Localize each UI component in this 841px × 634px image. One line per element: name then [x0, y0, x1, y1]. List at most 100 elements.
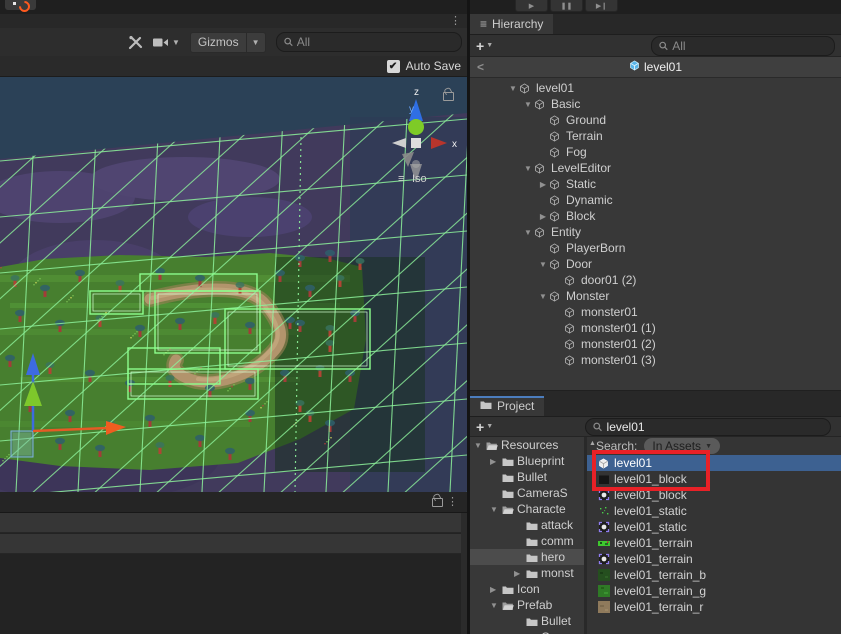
project-result-row[interactable]: level01_terrain_b	[587, 567, 841, 583]
gameobject-label: Static	[562, 177, 596, 191]
hierarchy-row[interactable]: monster01	[470, 304, 841, 320]
hierarchy-row[interactable]: ▼Door	[470, 256, 841, 272]
scroll-up-icon[interactable]: ▲	[589, 440, 596, 447]
foldout-arrow-icon[interactable]: ▼	[490, 505, 498, 514]
camera-dropdown-icon[interactable]: ▼	[172, 38, 180, 47]
foldout-arrow-icon[interactable]: ▼	[490, 601, 498, 610]
scene-lock-icon[interactable]	[443, 92, 454, 101]
foldout-arrow-icon[interactable]: ▼	[522, 164, 534, 173]
project-folder-row[interactable]: ▶monst	[470, 565, 584, 581]
folder-icon	[526, 552, 539, 563]
panel-row[interactable]	[0, 513, 461, 533]
hierarchy-row[interactable]: monster01 (3)	[470, 352, 841, 368]
panel-menu-icon[interactable]: ⋮	[447, 496, 458, 508]
project-result-row[interactable]: level01_block	[587, 471, 841, 487]
hierarchy-row[interactable]: Dynamic	[470, 192, 841, 208]
project-folder-row[interactable]: Comm	[470, 629, 584, 634]
hierarchy-row[interactable]: ▼level01	[470, 80, 841, 96]
scene-menu-icon[interactable]: ⋮	[450, 15, 461, 27]
project-folder-row[interactable]: comm	[470, 533, 584, 549]
project-tab-label: Project	[497, 399, 534, 413]
project-result-row[interactable]: level01	[587, 455, 841, 471]
scene-viewport[interactable]: z y x ≡ Iso	[0, 77, 467, 492]
hierarchy-row[interactable]: ▶ Static	[470, 176, 841, 192]
project-folder-row[interactable]: ▶ Icon	[470, 581, 584, 597]
project-folder-row[interactable]: ▼Prefab	[470, 597, 584, 613]
project-result-row[interactable]: level01_terrain_g	[587, 583, 841, 599]
foldout-arrow-icon[interactable]: ▶	[514, 569, 520, 578]
prefab-cube-icon	[629, 60, 640, 74]
hierarchy-row[interactable]: ▼Entity	[470, 224, 841, 240]
project-result-row[interactable]: level01_terrain	[587, 551, 841, 567]
hierarchy-row[interactable]: ▶Block	[470, 208, 841, 224]
hierarchy-row[interactable]: monster01 (2)	[470, 336, 841, 352]
folder-icon	[526, 536, 539, 547]
project-search-field[interactable]	[585, 418, 831, 436]
project-result-row[interactable]: level01_static	[587, 519, 841, 535]
breadcrumb[interactable]: level01	[629, 60, 682, 74]
gizmos-button[interactable]: Gizmos ▼	[190, 32, 266, 53]
foldout-arrow-icon[interactable]: ▼	[522, 228, 534, 237]
hierarchy-row[interactable]: ▼Basic	[470, 96, 841, 112]
scene-search-input[interactable]	[297, 35, 454, 49]
tab-hierarchy[interactable]: ≡ Hierarchy	[470, 14, 553, 34]
folder-icon	[526, 568, 539, 579]
collab-history-button[interactable]	[5, 0, 36, 10]
project-add-button[interactable]: + ▼	[476, 419, 493, 435]
breadcrumb-back-button[interactable]: <	[477, 60, 484, 74]
project-result-row[interactable]: level01_static	[587, 503, 841, 519]
step-button[interactable]: ▶❙	[585, 0, 618, 12]
project-folder-row[interactable]: ▼Resources	[470, 437, 584, 453]
axis-y-ball[interactable]	[408, 119, 424, 135]
camera-icon[interactable]	[153, 32, 169, 52]
foldout-arrow-icon[interactable]: ▼	[474, 441, 482, 450]
tools-icon[interactable]	[128, 32, 143, 52]
search-scope-pill[interactable]: In Assets ▼	[644, 438, 720, 454]
iso-mode-label[interactable]: Iso	[412, 173, 427, 185]
hierarchy-row[interactable]: Fog	[470, 144, 841, 160]
project-folder-row[interactable]: ▶Blueprint	[470, 453, 584, 469]
hierarchy-row[interactable]: monster01 (1)	[470, 320, 841, 336]
gameobject-cube-icon	[549, 146, 562, 158]
foldout-arrow-icon[interactable]: ▶	[490, 585, 496, 594]
play-button[interactable]: ▶	[515, 0, 548, 12]
project-folder-row[interactable]: Bullet	[470, 469, 584, 485]
hierarchy-row[interactable]: ▼LevelEditor	[470, 160, 841, 176]
hierarchy-row[interactable]: PlayerBorn	[470, 240, 841, 256]
gameobject-cube-icon	[534, 226, 547, 238]
project-folder-row[interactable]: Bullet	[470, 613, 584, 629]
hierarchy-row[interactable]: ▼Monster	[470, 288, 841, 304]
gameobject-label: monster01	[577, 305, 638, 319]
foldout-arrow-icon[interactable]: ▼	[537, 292, 549, 301]
hierarchy-search-input[interactable]	[672, 39, 827, 53]
project-folder-row[interactable]: CameraS	[470, 485, 584, 501]
axis-center-cube[interactable]	[411, 138, 421, 148]
hierarchy-search-field[interactable]	[651, 36, 835, 56]
foldout-arrow-icon[interactable]: ▶	[537, 212, 549, 221]
panel-row[interactable]	[0, 534, 461, 554]
pause-button[interactable]: ❚❚	[550, 0, 583, 12]
hierarchy-row[interactable]: Terrain	[470, 128, 841, 144]
foldout-arrow-icon[interactable]: ▼	[522, 100, 534, 109]
gizmos-dropdown-icon[interactable]: ▼	[247, 38, 265, 47]
project-result-row[interactable]: level01_terrain	[587, 535, 841, 551]
foldout-arrow-icon[interactable]: ▶	[490, 457, 496, 466]
project-result-row[interactable]: level01_block	[587, 487, 841, 503]
foldout-arrow-icon[interactable]: ▼	[537, 260, 549, 269]
foldout-arrow-icon[interactable]: ▼	[507, 84, 519, 93]
foldout-arrow-icon[interactable]: ▶	[537, 180, 549, 189]
project-folder-row[interactable]: attack	[470, 517, 584, 533]
auto-save-checkbox[interactable]: ✔	[387, 60, 400, 73]
tab-project[interactable]: Project	[470, 396, 544, 416]
project-search-input[interactable]	[607, 420, 823, 434]
panel-lock-icon[interactable]	[432, 498, 443, 507]
project-folder-row[interactable]: ▼Characte	[470, 501, 584, 517]
plus-icon: +	[476, 38, 484, 54]
project-result-row[interactable]: level01_terrain_r	[587, 599, 841, 615]
scene-search-field[interactable]	[276, 32, 462, 52]
project-folder-row[interactable]: hero	[470, 549, 584, 565]
folder-label: Icon	[517, 582, 540, 596]
hierarchy-row[interactable]: Ground	[470, 112, 841, 128]
hierarchy-row[interactable]: door01 (2)	[470, 272, 841, 288]
hierarchy-add-button[interactable]: + ▼	[476, 38, 493, 54]
